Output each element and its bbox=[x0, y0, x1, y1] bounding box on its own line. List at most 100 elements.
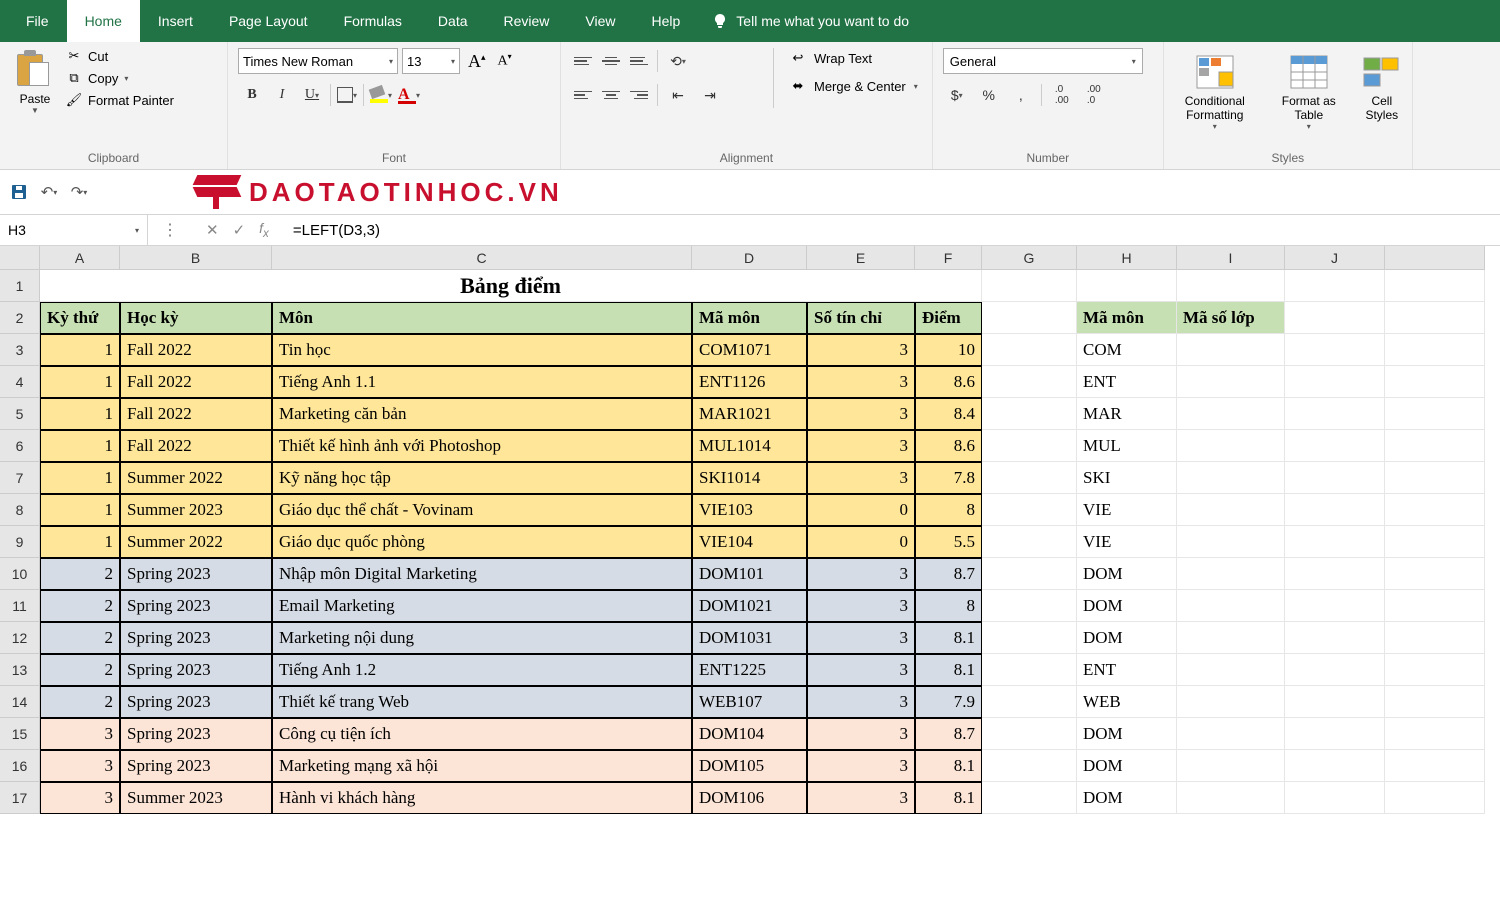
cell[interactable]: DOM bbox=[1077, 558, 1177, 590]
cell[interactable] bbox=[982, 334, 1077, 366]
cell[interactable]: 1 bbox=[40, 430, 120, 462]
cell[interactable]: Fall 2022 bbox=[120, 366, 272, 398]
cell[interactable] bbox=[1177, 462, 1285, 494]
cell[interactable] bbox=[1285, 462, 1385, 494]
cell[interactable]: 1 bbox=[40, 462, 120, 494]
borders-button[interactable]: ▾ bbox=[335, 82, 359, 108]
row-header[interactable]: 10 bbox=[0, 558, 40, 590]
cell[interactable]: MUL1014 bbox=[692, 430, 807, 462]
cell[interactable]: 2 bbox=[40, 590, 120, 622]
col-header[interactable]: H bbox=[1077, 246, 1177, 270]
cell[interactable]: 3 bbox=[807, 686, 915, 718]
cell[interactable] bbox=[1177, 270, 1285, 302]
cell[interactable] bbox=[1177, 782, 1285, 814]
cell[interactable]: WEB bbox=[1077, 686, 1177, 718]
cell[interactable]: 1 bbox=[40, 494, 120, 526]
tell-me[interactable]: Tell me what you want to do bbox=[712, 13, 909, 29]
cell[interactable] bbox=[1385, 462, 1485, 494]
cell[interactable] bbox=[1177, 526, 1285, 558]
cell[interactable] bbox=[1285, 590, 1385, 622]
cell[interactable]: ENT bbox=[1077, 366, 1177, 398]
cell[interactable] bbox=[1177, 590, 1285, 622]
cell[interactable]: DOM bbox=[1077, 622, 1177, 654]
cell[interactable]: DOM bbox=[1077, 718, 1177, 750]
decrease-font-button[interactable]: A▾ bbox=[494, 52, 516, 70]
cell[interactable]: 3 bbox=[807, 782, 915, 814]
cell[interactable]: Hành vi khách hàng bbox=[272, 782, 692, 814]
cell[interactable]: 8 bbox=[915, 590, 982, 622]
col-header[interactable]: E bbox=[807, 246, 915, 270]
cell[interactable]: Nhập môn Digital Marketing bbox=[272, 558, 692, 590]
cell[interactable] bbox=[982, 622, 1077, 654]
orientation-button[interactable]: ⟲▾ bbox=[664, 48, 692, 74]
cell[interactable]: DOM bbox=[1077, 782, 1177, 814]
cell[interactable]: Summer 2023 bbox=[120, 782, 272, 814]
cell[interactable]: 5.5 bbox=[915, 526, 982, 558]
cell[interactable]: Summer 2022 bbox=[120, 526, 272, 558]
cell[interactable] bbox=[1385, 718, 1485, 750]
cell[interactable] bbox=[982, 718, 1077, 750]
conditional-formatting-button[interactable]: Conditional Formatting ▾ bbox=[1174, 54, 1256, 131]
cell[interactable] bbox=[1285, 366, 1385, 398]
cell[interactable]: 3 bbox=[807, 590, 915, 622]
cell[interactable] bbox=[1077, 270, 1177, 302]
cell[interactable]: DOM bbox=[1077, 590, 1177, 622]
cell[interactable]: Fall 2022 bbox=[120, 334, 272, 366]
cell[interactable] bbox=[1177, 718, 1285, 750]
cell[interactable] bbox=[1285, 622, 1385, 654]
row-header[interactable]: 12 bbox=[0, 622, 40, 654]
cell[interactable]: Công cụ tiện ích bbox=[272, 718, 692, 750]
cell[interactable]: MUL bbox=[1077, 430, 1177, 462]
row-header[interactable]: 5 bbox=[0, 398, 40, 430]
increase-indent-button[interactable]: ⇥ bbox=[696, 82, 724, 108]
cell[interactable]: 3 bbox=[807, 334, 915, 366]
cell[interactable] bbox=[982, 366, 1077, 398]
cell[interactable]: 1 bbox=[40, 398, 120, 430]
font-name-select[interactable]: Times New Roman▾ bbox=[238, 48, 398, 74]
wrap-text-button[interactable]: ↩Wrap Text bbox=[786, 48, 922, 68]
cell[interactable]: 10 bbox=[915, 334, 982, 366]
cut-button[interactable]: ✂Cut bbox=[66, 48, 174, 64]
col-header[interactable]: D bbox=[692, 246, 807, 270]
cell[interactable]: Tiếng Anh 1.1 bbox=[272, 366, 692, 398]
row-header[interactable]: 6 bbox=[0, 430, 40, 462]
cell[interactable]: DOM101 bbox=[692, 558, 807, 590]
align-bottom-button[interactable] bbox=[627, 50, 651, 72]
cell[interactable] bbox=[1385, 302, 1485, 334]
col-header[interactable] bbox=[1385, 246, 1485, 270]
tab-insert[interactable]: Insert bbox=[140, 0, 211, 42]
cell[interactable]: Spring 2023 bbox=[120, 654, 272, 686]
table-title[interactable]: Bảng điểm bbox=[40, 270, 982, 302]
cell[interactable] bbox=[1177, 750, 1285, 782]
cell[interactable] bbox=[982, 302, 1077, 334]
cell[interactable]: MAR1021 bbox=[692, 398, 807, 430]
cell[interactable]: 8.7 bbox=[915, 718, 982, 750]
cell[interactable]: Spring 2023 bbox=[120, 750, 272, 782]
font-color-button[interactable]: A▾ bbox=[396, 82, 422, 108]
select-all-corner[interactable] bbox=[0, 246, 40, 270]
cell[interactable] bbox=[982, 654, 1077, 686]
cell[interactable]: 2 bbox=[40, 654, 120, 686]
cell[interactable] bbox=[1177, 334, 1285, 366]
cell[interactable]: DOM105 bbox=[692, 750, 807, 782]
cell[interactable]: Spring 2023 bbox=[120, 622, 272, 654]
col-header[interactable]: A bbox=[40, 246, 120, 270]
cell[interactable]: 0 bbox=[807, 494, 915, 526]
cell[interactable] bbox=[982, 462, 1077, 494]
tab-page-layout[interactable]: Page Layout bbox=[211, 0, 326, 42]
tab-formulas[interactable]: Formulas bbox=[326, 0, 420, 42]
row-header[interactable]: 4 bbox=[0, 366, 40, 398]
bold-button[interactable]: B bbox=[238, 82, 266, 108]
cell[interactable]: 2 bbox=[40, 686, 120, 718]
align-middle-button[interactable] bbox=[599, 50, 623, 72]
cell[interactable] bbox=[1177, 558, 1285, 590]
cell[interactable]: 3 bbox=[807, 430, 915, 462]
cell[interactable] bbox=[1385, 750, 1485, 782]
cell[interactable]: Spring 2023 bbox=[120, 686, 272, 718]
cell[interactable]: 8.1 bbox=[915, 622, 982, 654]
table-header[interactable]: Kỳ thứ bbox=[40, 302, 120, 334]
cell[interactable]: 3 bbox=[807, 718, 915, 750]
formula-input[interactable]: =LEFT(D3,3) bbox=[283, 215, 1500, 245]
cell[interactable] bbox=[982, 270, 1077, 302]
cell[interactable]: DOM1031 bbox=[692, 622, 807, 654]
